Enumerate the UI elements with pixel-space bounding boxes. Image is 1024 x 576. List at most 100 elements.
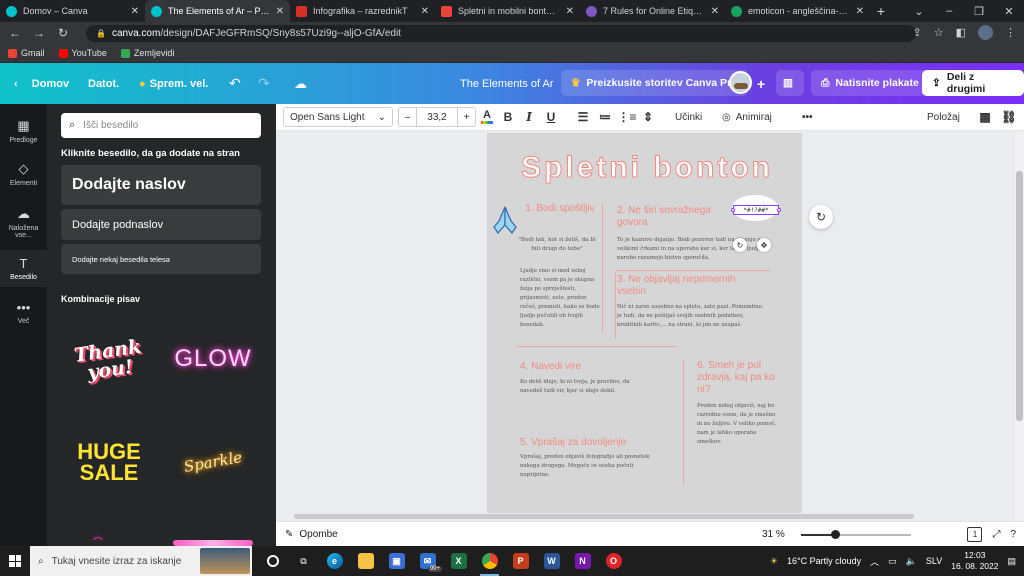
task-view-icon[interactable]: ⧉	[288, 546, 319, 576]
text-color-button[interactable]: A	[478, 107, 496, 127]
design-title[interactable]: The Elements of Ar	[460, 78, 554, 90]
forward-arrow-icon[interactable]: →	[30, 26, 48, 40]
chevron-down-icon[interactable]: ⌄	[904, 0, 934, 22]
close-tab-icon[interactable]: ✕	[131, 6, 139, 17]
section-1-quote[interactable]: "Bodi tak, kot si želiš, da bi bili drug…	[517, 236, 597, 254]
share-icon[interactable]: ⇪	[913, 26, 922, 39]
powerpoint-icon[interactable]: P	[505, 546, 536, 576]
resize-handle[interactable]	[777, 208, 781, 212]
list-icon[interactable]: ⋮≡	[618, 107, 637, 127]
clock[interactable]: 12:03 16. 08. 2022	[951, 550, 998, 572]
close-tab-icon[interactable]: ✕	[276, 6, 284, 17]
notes-button[interactable]: ✎ Opombe	[285, 529, 338, 540]
new-tab-button[interactable]: +	[870, 0, 892, 22]
decrease-font-size-button[interactable]: –	[399, 108, 417, 126]
section-1-body[interactable]: Ljudje smo si med seboj različni, vsem p…	[520, 267, 600, 330]
reload-icon[interactable]: ↻	[54, 26, 72, 40]
browser-tab[interactable]: Spletni in mobilni bonton oz. ✕	[435, 0, 580, 22]
link-icon[interactable]: ⛓	[1000, 107, 1018, 127]
add-collaborator-icon[interactable]: +	[757, 76, 765, 92]
home-button[interactable]: ‹ Domov	[14, 78, 69, 90]
rail-uploads[interactable]: ☁ Naložena vse...	[0, 206, 47, 239]
resize-handle[interactable]	[731, 208, 735, 212]
close-tab-icon[interactable]: ✕	[711, 6, 719, 17]
zoom-slider-handle[interactable]	[831, 530, 841, 539]
section-5-heading[interactable]: 5. Vprašaj za dovoljenje	[520, 437, 660, 449]
browser-tab-active[interactable]: The Elements of Ar – Poster ✕	[145, 0, 290, 22]
language-indicator[interactable]: SLV	[926, 556, 942, 566]
close-window-icon[interactable]: ✕	[994, 0, 1024, 22]
section-3-body[interactable]: Nič ni zares zasebno na spletu, zato paz…	[617, 303, 762, 330]
url-bar[interactable]: 🔒 canva.com/design/DAFJeGFRmSQ/Sny8s57Uz…	[86, 25, 916, 42]
taskbar-search-input[interactable]	[51, 555, 192, 567]
sidepanel-icon[interactable]: ◧	[956, 26, 966, 39]
align-center-icon[interactable]: ☰	[574, 107, 592, 127]
browser-tab[interactable]: 7 Rules for Online Etiquette - ✕	[580, 0, 725, 22]
font-family-dropdown[interactable]: Open Sans Light ⌄	[283, 107, 393, 127]
section-1-heading[interactable]: 1. Bodi spoštljiv	[525, 203, 595, 215]
scroll-thumb[interactable]	[1016, 171, 1023, 421]
more-options-button[interactable]: •••	[802, 107, 813, 127]
user-avatar[interactable]	[729, 71, 752, 94]
font-size-value[interactable]: 33,2	[417, 108, 457, 126]
section-3-heading[interactable]: 3. Ne objavljaj neprimernih vsebin	[617, 274, 767, 298]
back-arrow-icon[interactable]: ←	[6, 26, 24, 40]
fullscreen-icon[interactable]: ⤢	[992, 529, 1000, 540]
bookmark-youtube[interactable]: YouTube	[58, 48, 107, 58]
combo-thank-you[interactable]: Thank you!	[65, 321, 154, 401]
vertical-scrollbar[interactable]	[1015, 131, 1024, 521]
speaker-icon[interactable]: 🔈	[906, 556, 917, 567]
close-tab-icon[interactable]: ✕	[856, 6, 864, 17]
cortana-icon[interactable]	[257, 546, 288, 576]
list-icon[interactable]: ≔	[596, 107, 614, 127]
text-search-input[interactable]	[83, 120, 244, 131]
combo-glow[interactable]: GLOW	[174, 334, 250, 384]
praying-hands-icon[interactable]	[488, 203, 522, 237]
horizontal-scrollbar[interactable]	[276, 513, 1015, 521]
combo-partial-preview[interactable]: ⌒	[83, 536, 113, 549]
section-4-heading[interactable]: 4. Navedi vire	[520, 361, 640, 373]
position-button[interactable]: Položaj	[927, 107, 960, 127]
weather-text[interactable]: 16°C Partly cloudy	[787, 556, 861, 566]
undo-icon[interactable]: ↶	[229, 75, 241, 92]
section-6-heading[interactable]: 6. Smeh je pol zdravja, kaj pa ko ni?	[697, 360, 777, 396]
zoom-percentage[interactable]: 31 %	[762, 529, 785, 540]
section-4-body[interactable]: Ko deliš idejo, ki ni tvoja, je pravilno…	[520, 378, 640, 396]
network-icon[interactable]: ▭	[888, 556, 897, 567]
italic-button[interactable]: I	[520, 107, 538, 127]
combo-huge-sale[interactable]: HUGE SALE	[69, 434, 149, 490]
page-count-badge[interactable]: 1	[967, 526, 983, 542]
move-icon[interactable]: ✥	[757, 238, 771, 252]
profile-avatar[interactable]	[978, 25, 993, 40]
section-5-body[interactable]: Vprašaj, preden objaviš fotografijo ali …	[520, 453, 660, 480]
bold-button[interactable]: B	[499, 107, 517, 127]
word-icon[interactable]: W	[536, 546, 567, 576]
menu-dots-icon[interactable]: ⋮	[1005, 26, 1016, 39]
print-posters-button[interactable]: ⎙ Natisnite plakate	[811, 70, 929, 96]
help-icon[interactable]: ?	[1010, 529, 1016, 540]
transparency-icon[interactable]: ▩	[976, 107, 994, 127]
chevron-up-icon[interactable]: ︿	[870, 555, 879, 568]
try-pro-button[interactable]: ♛ Preizkusite storitev Canva Pro	[561, 70, 748, 96]
combo-sparkle[interactable]: Sparkle	[170, 435, 256, 488]
line-spacing-icon[interactable]: ⇕	[639, 107, 657, 127]
browser-tab[interactable]: emoticon - angleščina-sloven ✕	[725, 0, 870, 22]
poster-page[interactable]: Spletni bonton 1. Bodi spoštljiv "Bodi t…	[487, 133, 802, 513]
file-menu-button[interactable]: Datot.	[88, 78, 119, 90]
scroll-thumb[interactable]	[294, 514, 914, 519]
bookmark-star-icon[interactable]: ☆	[934, 26, 944, 39]
edge-icon[interactable]: e	[319, 546, 350, 576]
close-tab-icon[interactable]: ✕	[566, 6, 574, 17]
cloud-saved-icon[interactable]: ☁	[294, 76, 307, 92]
search-highlight-image[interactable]	[200, 548, 250, 574]
insights-chart-icon[interactable]: ▥	[776, 70, 804, 96]
rail-templates[interactable]: ▦ Predloge	[0, 118, 47, 144]
close-tab-icon[interactable]: ✕	[421, 6, 429, 17]
add-subheading-button[interactable]: Dodajte podnaslov	[61, 209, 261, 240]
increase-font-size-button[interactable]: +	[457, 108, 475, 126]
store-icon[interactable]: ▣	[381, 546, 412, 576]
section-2-heading[interactable]: 2. Ne širi sovražnega govora	[617, 205, 725, 229]
refresh-icon[interactable]: ↻	[809, 205, 833, 229]
add-body-text-button[interactable]: Dodajte nekaj besedila telesa	[61, 244, 261, 274]
rail-text[interactable]: T Besedilo	[0, 250, 47, 287]
